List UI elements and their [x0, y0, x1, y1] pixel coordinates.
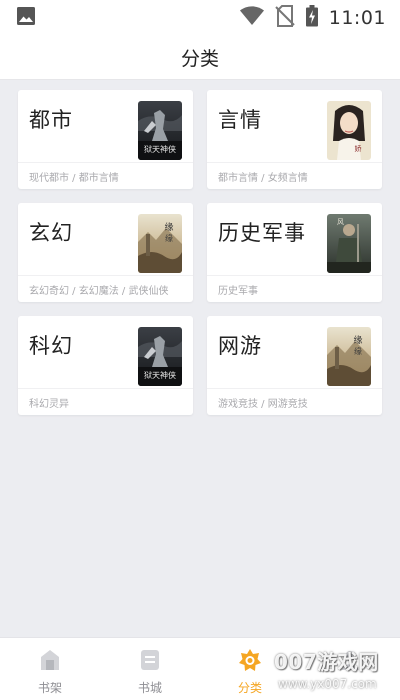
status-bar: 11:01 — [0, 0, 400, 36]
nav-label: 书城 — [137, 681, 162, 695]
category-card-yanqing[interactable]: 言情 娇 都市言情 / 女频言情 — [207, 90, 382, 189]
card-divider — [207, 162, 382, 163]
category-subtitle: 科幻灵异 — [29, 399, 69, 410]
category-title: 网游 — [218, 334, 262, 358]
status-time: 11:01 — [328, 7, 386, 29]
category-subtitle: 历史军事 — [218, 286, 258, 297]
svg-text:缘: 缘 — [354, 346, 362, 356]
bookshelf-icon — [38, 648, 62, 672]
battery-charging-icon — [305, 5, 319, 31]
book-cover-warrior: 狱天神侠 — [138, 101, 182, 160]
bottom-nav: 书架 书城 分类 — [0, 637, 400, 700]
card-divider — [18, 162, 193, 163]
wifi-icon — [239, 6, 265, 30]
category-card-kehuan[interactable]: 科幻 狱天神侠 科幻灵异 — [18, 316, 193, 415]
svg-text:缘: 缘 — [353, 334, 362, 346]
category-card-lishijunshi[interactable]: 历史军事 风 历史军事 — [207, 203, 382, 302]
category-title: 玄幻 — [29, 221, 73, 245]
category-subtitle: 现代都市 / 都市言情 — [29, 173, 119, 184]
nav-item-bookshelf[interactable]: 书架 — [0, 638, 100, 700]
book-cover-warrior: 狱天神侠 — [138, 327, 182, 386]
category-title: 历史军事 — [218, 221, 306, 245]
no-sim-icon — [275, 5, 295, 31]
book-cover-landscape: 缘 缘 — [327, 327, 371, 386]
category-icon — [238, 648, 262, 672]
svg-text:缘: 缘 — [164, 221, 173, 233]
category-title: 科幻 — [29, 334, 73, 358]
nav-label: 分类 — [237, 681, 262, 695]
svg-text:狱天神侠: 狱天神侠 — [144, 144, 176, 154]
category-subtitle: 玄幻奇幻 / 玄幻魔法 / 武侠仙侠 — [29, 286, 169, 297]
nav-item-user[interactable] — [300, 638, 400, 700]
book-cover-landscape: 缘 缘 — [138, 214, 182, 273]
category-card-wangyou[interactable]: 网游 缘 缘 游戏竞技 / 网游竞技 — [207, 316, 382, 415]
card-divider — [207, 388, 382, 389]
nav-item-category[interactable]: 分类 — [200, 638, 300, 700]
header: 分类 — [0, 36, 400, 80]
svg-text:娇: 娇 — [355, 144, 362, 153]
svg-text:风: 风 — [337, 218, 344, 226]
card-divider — [207, 275, 382, 276]
nav-label: 书架 — [37, 681, 62, 695]
book-cover-woman: 娇 — [327, 101, 371, 160]
category-card-dushi[interactable]: 都市 狱天神侠 现代都市 / 都市言情 — [18, 90, 193, 189]
svg-text:狱天神侠: 狱天神侠 — [144, 370, 176, 380]
book-cover-soldier: 风 — [327, 214, 371, 273]
svg-text:缘: 缘 — [165, 233, 173, 243]
category-title: 都市 — [29, 108, 73, 132]
card-divider — [18, 388, 193, 389]
card-divider — [18, 275, 193, 276]
category-grid: 都市 狱天神侠 现代都市 / 都市言情 言情 娇 都市言情 / 女频言情 玄幻 … — [18, 90, 382, 415]
bookstore-icon — [138, 648, 162, 672]
image-icon — [16, 6, 36, 30]
category-subtitle: 都市言情 / 女频言情 — [218, 173, 308, 184]
user-icon — [338, 648, 362, 672]
category-subtitle: 游戏竞技 / 网游竞技 — [218, 399, 308, 410]
nav-item-bookstore[interactable]: 书城 — [100, 638, 200, 700]
category-title: 言情 — [218, 108, 262, 132]
page-title: 分类 — [180, 48, 219, 70]
category-card-xuanhuan[interactable]: 玄幻 缘 缘 玄幻奇幻 / 玄幻魔法 / 武侠仙侠 — [18, 203, 193, 302]
